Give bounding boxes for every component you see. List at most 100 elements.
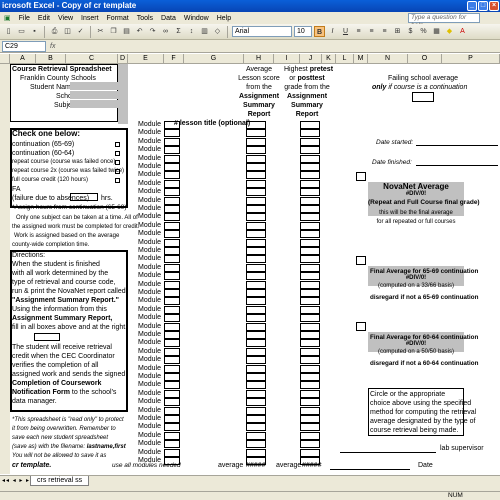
lesson-number-cell[interactable] — [164, 448, 180, 457]
highest-grade-cell[interactable] — [300, 364, 320, 373]
align-center-icon[interactable]: ≡ — [366, 26, 377, 37]
lesson-number-cell[interactable] — [164, 179, 180, 188]
highest-grade-cell[interactable] — [300, 146, 320, 155]
lesson-score-cell[interactable] — [246, 272, 266, 281]
undo-icon[interactable]: ↶ — [134, 26, 145, 37]
lesson-number-cell[interactable] — [164, 322, 180, 331]
col-header-h[interactable]: H — [244, 54, 274, 64]
chart-icon[interactable]: ▥ — [199, 26, 210, 37]
highest-grade-cell[interactable] — [300, 196, 320, 205]
lesson-score-cell[interactable] — [246, 356, 266, 365]
lesson-number-cell[interactable] — [164, 347, 180, 356]
bold-button[interactable]: B — [314, 26, 325, 37]
highest-grade-cell[interactable] — [300, 255, 320, 264]
highest-grade-cell[interactable] — [300, 305, 320, 314]
sort-icon[interactable]: ↕ — [186, 26, 197, 37]
highest-grade-cell[interactable] — [300, 331, 320, 339]
menu-format[interactable]: Format — [103, 15, 133, 22]
lesson-score-cell[interactable] — [246, 406, 266, 415]
lesson-score-cell[interactable] — [246, 415, 266, 423]
col-header-o[interactable]: O — [408, 54, 442, 64]
lesson-number-cell[interactable] — [164, 205, 180, 213]
fx-icon[interactable]: fx — [50, 41, 55, 52]
minimize-icon[interactable]: _ — [467, 1, 477, 11]
col-header-l[interactable]: L — [336, 54, 354, 64]
highest-grade-cell[interactable] — [300, 263, 320, 272]
lesson-score-cell[interactable] — [246, 381, 266, 390]
highest-grade-cell[interactable] — [300, 179, 320, 188]
highest-grade-cell[interactable] — [300, 322, 320, 331]
lesson-number-cell[interactable] — [164, 213, 180, 222]
checkbox[interactable] — [115, 142, 120, 147]
lesson-score-cell[interactable] — [246, 431, 266, 440]
lesson-score-cell[interactable] — [246, 440, 266, 449]
maximize-icon[interactable]: □ — [478, 1, 488, 11]
highest-grade-cell[interactable] — [300, 272, 320, 281]
choice-checkbox[interactable] — [356, 256, 366, 265]
highest-grade-cell[interactable] — [300, 381, 320, 390]
align-right-icon[interactable]: ≡ — [379, 26, 390, 37]
col-header-n[interactable]: N — [368, 54, 408, 64]
date-finished-input[interactable] — [416, 165, 498, 166]
highest-grade-cell[interactable] — [300, 440, 320, 449]
lesson-score-cell[interactable] — [246, 221, 266, 230]
help-search-input[interactable]: Type a question for help — [408, 13, 480, 29]
new-icon[interactable]: ▯ — [3, 26, 14, 37]
lesson-score-cell[interactable] — [246, 448, 266, 457]
col-header-p[interactable]: P — [442, 54, 500, 64]
lesson-number-cell[interactable] — [164, 381, 180, 390]
menu-edit[interactable]: Edit — [34, 15, 54, 22]
highest-grade-cell[interactable] — [300, 121, 320, 129]
lesson-number-cell[interactable] — [164, 154, 180, 163]
lesson-number-cell[interactable] — [164, 431, 180, 440]
menu-window[interactable]: Window — [180, 15, 213, 22]
align-left-icon[interactable]: ≡ — [353, 26, 364, 37]
lesson-number-cell[interactable] — [164, 129, 180, 138]
subject-input[interactable] — [70, 100, 118, 108]
col-header-k[interactable]: K — [322, 54, 336, 64]
lesson-score-cell[interactable] — [246, 146, 266, 155]
lesson-number-cell[interactable] — [164, 314, 180, 323]
highest-grade-cell[interactable] — [300, 137, 320, 146]
choice-checkbox[interactable] — [356, 172, 366, 181]
border-icon[interactable]: ▦ — [431, 26, 442, 37]
highest-grade-cell[interactable] — [300, 423, 320, 432]
date-started-input[interactable] — [416, 145, 498, 146]
paste-icon[interactable]: ▤ — [121, 26, 132, 37]
lesson-score-cell[interactable] — [246, 205, 266, 213]
lesson-score-cell[interactable] — [246, 331, 266, 339]
lesson-number-cell[interactable] — [164, 272, 180, 281]
copy-icon[interactable]: ❐ — [108, 26, 119, 37]
lesson-number-cell[interactable] — [164, 415, 180, 423]
lesson-score-cell[interactable] — [246, 364, 266, 373]
highest-grade-cell[interactable] — [300, 221, 320, 230]
lesson-number-cell[interactable] — [164, 440, 180, 449]
lesson-number-cell[interactable] — [164, 389, 180, 398]
lesson-score-cell[interactable] — [246, 196, 266, 205]
col-header-b[interactable]: B — [36, 54, 66, 64]
lesson-number-cell[interactable] — [164, 247, 180, 255]
currency-icon[interactable]: $ — [405, 26, 416, 37]
lesson-number-cell[interactable] — [164, 255, 180, 264]
menu-help[interactable]: Help — [213, 15, 235, 22]
col-header-m[interactable]: M — [354, 54, 368, 64]
highest-grade-cell[interactable] — [300, 213, 320, 222]
school-input[interactable] — [70, 91, 118, 99]
checkbox[interactable] — [115, 151, 120, 156]
highest-grade-cell[interactable] — [300, 415, 320, 423]
preview-icon[interactable]: ◫ — [62, 26, 73, 37]
highest-grade-cell[interactable] — [300, 230, 320, 239]
lesson-number-cell[interactable] — [164, 230, 180, 239]
lesson-score-cell[interactable] — [246, 154, 266, 163]
highest-grade-cell[interactable] — [300, 205, 320, 213]
underline-button[interactable]: U — [340, 26, 351, 37]
font-select[interactable]: Arial — [232, 26, 292, 37]
checkbox[interactable] — [115, 169, 120, 174]
lesson-score-cell[interactable] — [246, 347, 266, 356]
highest-grade-cell[interactable] — [300, 247, 320, 255]
supervisor-signature-line[interactable] — [340, 452, 436, 453]
lesson-number-cell[interactable] — [164, 188, 180, 197]
highest-grade-cell[interactable] — [300, 339, 320, 348]
spell-icon[interactable]: ✓ — [75, 26, 86, 37]
lesson-number-cell[interactable] — [164, 146, 180, 155]
